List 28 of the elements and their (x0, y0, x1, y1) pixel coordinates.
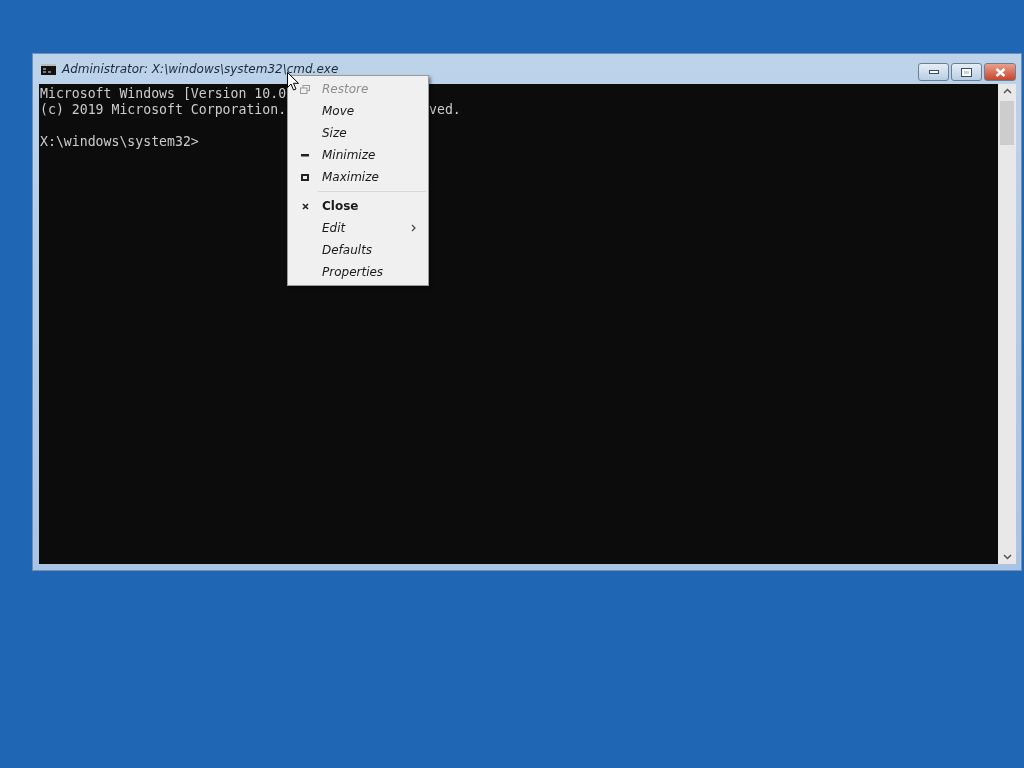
menu-item[interactable]: Close (288, 195, 428, 217)
scroll-up-icon[interactable] (1002, 88, 1012, 94)
close-button[interactable] (984, 63, 1016, 81)
window-title: Administrator: X:\windows\system32\cmd.exe (62, 62, 339, 76)
menu-item[interactable]: Maximize (288, 166, 428, 188)
minimize-button[interactable] (918, 63, 949, 81)
scroll-thumb[interactable] (1000, 101, 1014, 145)
minimize-icon (928, 70, 939, 74)
menu-item[interactable]: Defaults (288, 239, 428, 261)
menu-item[interactable]: Edit (288, 217, 428, 239)
scrollbar[interactable] (998, 84, 1016, 564)
console-text: Microsoft Windows [Version 10.0 (40, 86, 287, 102)
maximize-button[interactable] (951, 63, 982, 81)
minimize-icon (301, 153, 309, 157)
maximize-icon (301, 173, 309, 181)
console-app-icon (41, 63, 56, 75)
console-text: X:\windows\system32> (40, 134, 199, 150)
menu-item[interactable]: Move (288, 100, 428, 122)
menu-item[interactable]: Size (288, 122, 428, 144)
scroll-down-icon[interactable] (1002, 554, 1012, 560)
console-text: ved. (429, 102, 461, 118)
maximize-icon (961, 67, 972, 77)
close-icon (301, 202, 309, 210)
console-text: (c) 2019 Microsoft Corporation. (40, 102, 287, 118)
menu-item[interactable]: Minimize (288, 144, 428, 166)
menu-item[interactable]: Properties (288, 261, 428, 283)
close-icon (994, 67, 1006, 77)
restore-icon (300, 84, 310, 94)
